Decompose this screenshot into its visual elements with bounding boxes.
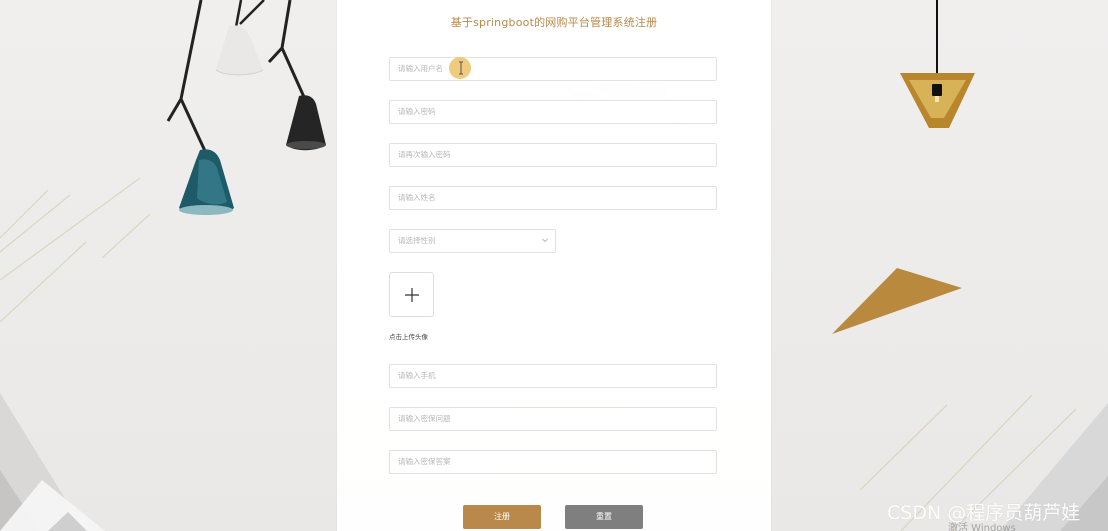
security-question-placeholder: 请输入密保问题 (398, 414, 451, 423)
white-pendant-lamp-icon (215, 25, 264, 76)
name-input[interactable]: 请输入姓名 (389, 186, 717, 210)
page-title: 基于springboot的网购平台管理系统注册 (450, 16, 658, 29)
username-placeholder: 请输入用户名 (398, 64, 443, 73)
hanging-lamp-right (900, 0, 975, 128)
confirm-password-placeholder: 请再次输入密码 (398, 150, 451, 159)
upload-avatar-label: 点击上传头像 (389, 333, 428, 341)
left-diagonal-lines (0, 177, 151, 323)
name-placeholder: 请输入姓名 (398, 193, 436, 202)
password-input[interactable]: 请输入密码 (389, 100, 717, 124)
text-cursor-icon (459, 61, 463, 75)
username-input[interactable]: 请输入用户名 (389, 57, 717, 81)
gold-pendant-lamp-icon (900, 73, 975, 128)
confirm-password-input[interactable]: 请再次输入密码 (389, 143, 717, 167)
plus-icon (405, 288, 419, 302)
windows-activation-watermark: 激活 Windows (948, 523, 1016, 531)
registration-page: 基于springboot的网购平台管理系统注册 请输入用户名 请输入密码 请再次… (0, 0, 1108, 531)
black-pendant-lamp-icon (286, 95, 326, 151)
phone-placeholder: 请输入手机 (398, 371, 436, 380)
left-bottom-shapes (0, 393, 105, 531)
gender-placeholder: 请选择性别 (398, 236, 436, 245)
hanging-lamps-left (166, 0, 326, 215)
phone-input[interactable]: 请输入手机 (389, 364, 717, 388)
gender-select[interactable]: 请选择性别 (389, 229, 556, 253)
password-placeholder: 请输入密码 (398, 107, 436, 116)
teal-pendant-lamp-icon (179, 149, 234, 215)
security-answer-placeholder: 请输入密保答案 (398, 457, 451, 466)
right-shapes (832, 268, 1108, 531)
reset-button[interactable]: 重置 (565, 505, 643, 529)
avatar-upload[interactable] (389, 272, 434, 317)
chevron-down-icon (542, 238, 548, 243)
security-answer-input[interactable]: 请输入密保答案 (389, 450, 717, 474)
registration-form: 基于springboot的网购平台管理系统注册 请输入用户名 请输入密码 请再次… (337, 0, 771, 531)
security-question-input[interactable]: 请输入密保问题 (389, 407, 717, 431)
register-button[interactable]: 注册 (463, 505, 541, 529)
